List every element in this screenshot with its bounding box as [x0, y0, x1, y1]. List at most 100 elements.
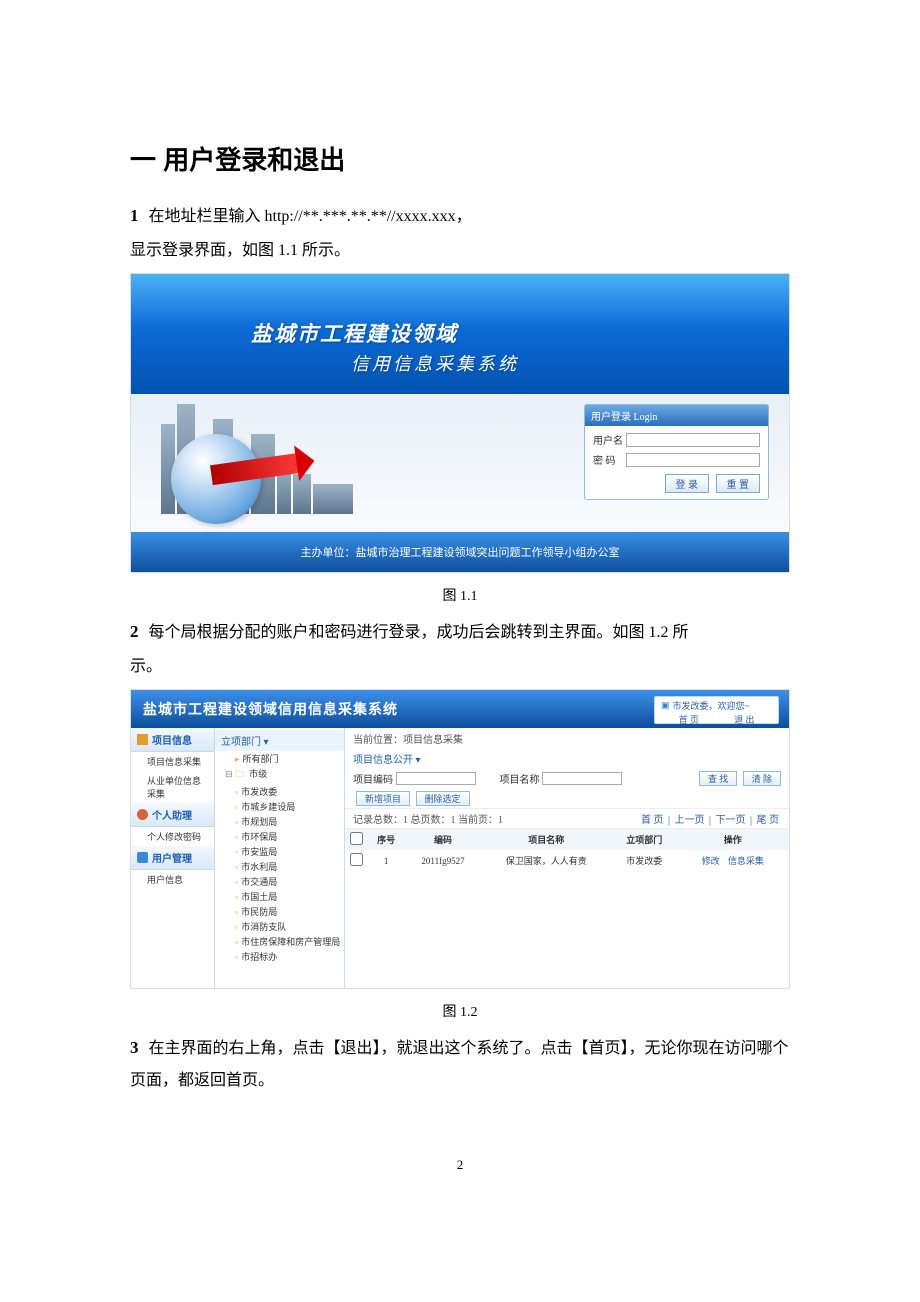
page-icon: ▫ — [235, 922, 238, 932]
tree-node[interactable]: ▫市民防局 — [215, 904, 344, 919]
data-table: 序号 编码 项目名称 立项部门 操作 1 2011fg9527 保卫国家，人人有… — [345, 829, 789, 871]
home-link[interactable]: 首 页 — [679, 713, 699, 726]
tab-project-public[interactable]: 项目信息公开 ▾ — [345, 749, 789, 768]
figure-1-2: 盐城市工程建设领域信用信息采集系统 ▣ 市发改委，欢迎您~ 首 页 退 出 项目… — [130, 689, 790, 989]
tree-node[interactable]: ▫市国土局 — [215, 889, 344, 904]
step1-line1: 1在地址栏里输入 http://**.***.**.**//xxxx.xxx， — [130, 199, 790, 233]
main-panel: 当前位置：项目信息采集 项目信息公开 ▾ 项目编码 项目名称 查 找 清 除 新… — [345, 728, 789, 989]
page-icon: ▫ — [235, 952, 238, 962]
reset-button[interactable]: 重 置 — [716, 474, 761, 493]
th-ops: 操作 — [677, 829, 789, 850]
step2-number: 2 — [130, 622, 139, 641]
page-icon: ▫ — [235, 817, 238, 827]
row-checkbox[interactable] — [350, 853, 363, 866]
cell-name: 保卫国家，人人有责 — [481, 850, 612, 871]
fig1-banner-top: 盐城市工程建设领域 信用信息采集系统 — [131, 274, 789, 394]
page-icon: ▫ — [235, 832, 238, 842]
tree-node[interactable]: ▫市安监局 — [215, 844, 344, 859]
tree-node[interactable]: ▫市招标办 — [215, 949, 344, 964]
nav-item-project-collect[interactable]: 项目信息采集 — [131, 752, 214, 771]
tree-node[interactable]: ▸所有部门 — [215, 751, 344, 766]
step3-text: 3在主界面的右上角，点击【退出】，就退出这个系统了。点击【首页】，无论你现在访问… — [130, 1031, 790, 1097]
folder-icon — [137, 734, 148, 745]
th-code: 编码 — [405, 829, 480, 850]
login-panel-title: 用户登录 Login — [585, 405, 768, 426]
cell-index: 1 — [367, 850, 405, 871]
tree-node[interactable]: ▫市规划局 — [215, 814, 344, 829]
filter-code-input[interactable] — [396, 772, 476, 785]
clear-button[interactable]: 清 除 — [743, 771, 781, 786]
step2-line1: 2每个局根据分配的账户和密码进行登录，成功后会跳转到主界面。如图 1.2 所 — [130, 615, 790, 649]
fig1-caption: 图 1.1 — [130, 585, 790, 605]
filter-name-label: 项目名称 — [500, 775, 540, 786]
pager-first[interactable]: 首 页 — [641, 815, 664, 826]
user-icon: ▣ — [661, 700, 670, 711]
cell-dept: 市发改委 — [612, 850, 677, 871]
tree-header[interactable]: 立项部门 ▾ — [215, 730, 344, 751]
section-heading: 一 用户登录和退出 — [130, 140, 790, 177]
person-icon — [137, 809, 148, 820]
tree-node[interactable]: ▫市环保局 — [215, 829, 344, 844]
breadcrumb: 当前位置：项目信息采集 — [345, 728, 789, 749]
page-icon: ▫ — [235, 877, 238, 887]
new-item-button[interactable]: 新增项目 — [356, 791, 410, 806]
username-label: 用户名 — [593, 432, 626, 447]
fig2-caption: 图 1.2 — [130, 1001, 790, 1021]
password-input[interactable] — [626, 453, 760, 467]
tree-node[interactable]: ▫市交通局 — [215, 874, 344, 889]
nav-item-user-info[interactable]: 用户信息 — [131, 870, 214, 889]
row-collect-link[interactable]: 信息采集 — [728, 856, 764, 866]
step1-line2: 显示登录界面，如图 1.1 所示。 — [130, 235, 790, 267]
welcome-text: 市发改委，欢迎您~ — [673, 699, 750, 712]
page-icon: ▫ — [235, 907, 238, 917]
page-number: 2 — [130, 1157, 790, 1173]
password-label: 密 码 — [593, 452, 626, 467]
fig1-title-line2: 信用信息采集系统 — [351, 350, 519, 376]
login-button[interactable]: 登 录 — [665, 474, 710, 493]
tree-node[interactable]: ▫市住房保障和房产管理局 — [215, 934, 344, 949]
th-index: 序号 — [367, 829, 405, 850]
nav-item-unit-collect[interactable]: 从业单位信息采集 — [131, 771, 214, 803]
folder-icon: ▸ — [235, 754, 240, 764]
fig1-buildings-illustration — [161, 404, 421, 514]
nav-item-change-password[interactable]: 个人修改密码 — [131, 827, 214, 846]
tree-node[interactable]: ▫市水利局 — [215, 859, 344, 874]
table-row: 1 2011fg9527 保卫国家，人人有责 市发改委 修改 信息采集 — [345, 850, 789, 871]
delete-selected-button[interactable]: 删除选定 — [416, 791, 470, 806]
page-icon: ▫ — [235, 802, 238, 812]
logout-link[interactable]: 退 出 — [734, 713, 754, 726]
dept-tree: 立项部门 ▾ ▸所有部门 ⊟ 🗀 市级 ▫市发改委 ▫市城乡建设局 ▫市规划局 … — [215, 728, 345, 989]
pager-prev[interactable]: 上一页 — [674, 815, 704, 826]
search-button[interactable]: 查 找 — [699, 771, 737, 786]
tree-node[interactable]: ▫市城乡建设局 — [215, 799, 344, 814]
gear-icon — [137, 852, 148, 863]
page-icon: ▫ — [235, 937, 238, 947]
fig1-footer-text: 主办单位：盐城市治理工程建设领域突出问题工作领导小组办公室 — [131, 532, 789, 572]
fig2-user-box: ▣ 市发改委，欢迎您~ 首 页 退 出 — [654, 696, 779, 724]
folder-open-icon: 🗀 — [235, 769, 244, 779]
nav-group-user[interactable]: 用户管理 — [131, 846, 214, 870]
page-icon: ▫ — [235, 787, 238, 797]
filter-name-input[interactable] — [542, 772, 622, 785]
tree-node[interactable]: ▫市发改委 — [215, 784, 344, 799]
login-panel: 用户登录 Login 用户名 密 码 登 录 重 置 — [584, 404, 769, 500]
row-edit-link[interactable]: 修改 — [702, 856, 720, 866]
step2-line2: 示。 — [130, 651, 790, 683]
tree-node[interactable]: ⊟ 🗀 市级 — [215, 766, 344, 784]
fig1-banner-mid: 用户登录 Login 用户名 密 码 登 录 重 置 — [131, 394, 789, 534]
fig1-title-line1: 盐城市工程建设领域 — [251, 318, 458, 348]
select-all-checkbox[interactable] — [350, 832, 363, 845]
figure-1-1: 盐城市工程建设领域 信用信息采集系统 用户登录 Login 用户名 密 码 — [130, 273, 790, 573]
tree-node[interactable]: ▫市消防支队 — [215, 919, 344, 934]
nav-group-personal[interactable]: 个人助理 — [131, 803, 214, 827]
pager-last[interactable]: 尾 页 — [757, 815, 780, 826]
pager-next[interactable]: 下一页 — [715, 815, 745, 826]
page-icon: ▫ — [235, 892, 238, 902]
pager-summary: 记录总数：1 总页数：1 当前页：1 — [353, 811, 503, 826]
page-icon: ▫ — [235, 862, 238, 872]
cell-code: 2011fg9527 — [405, 850, 480, 871]
nav-group-project[interactable]: 项目信息 — [131, 728, 214, 752]
th-dept: 立项部门 — [612, 829, 677, 850]
username-input[interactable] — [626, 433, 760, 447]
page-icon: ▫ — [235, 847, 238, 857]
